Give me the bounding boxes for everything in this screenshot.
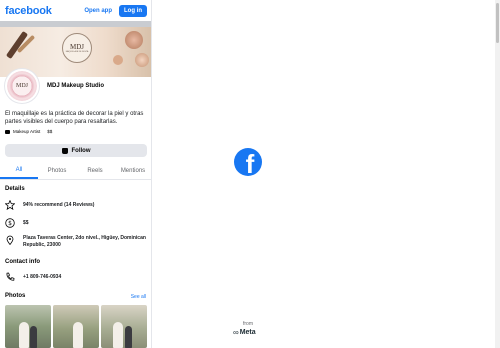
palette-shape <box>125 31 143 49</box>
follow-label: Follow <box>71 147 91 154</box>
photo-figure <box>30 326 37 348</box>
page-name: MDJ Makeup Studio <box>47 83 105 89</box>
facebook-wordmark[interactable]: facebook <box>5 5 52 17</box>
follow-icon <box>61 147 68 154</box>
palette-shape <box>113 55 123 65</box>
photo-thumbnail[interactable] <box>53 305 99 348</box>
open-app-link[interactable]: Open app <box>81 6 115 16</box>
avatar-text: MDJ <box>15 83 28 89</box>
from-label: from <box>243 321 253 327</box>
see-all-link[interactable]: See all <box>131 294 146 300</box>
photo-figure <box>19 322 29 348</box>
tab-reels[interactable]: Reels <box>76 162 114 179</box>
facebook-f-glyph: f <box>245 149 255 176</box>
address-text[interactable]: Plaza Taveras Center, 2do nivel., Higüey… <box>23 235 147 248</box>
desktop-panel: f from ∞ Meta <box>153 0 500 348</box>
photo-grid <box>5 305 147 348</box>
profile-tabs: All Photos Reels Mentions <box>0 162 151 180</box>
meta-brand: ∞ Meta <box>233 328 256 337</box>
recommend-row: 94% recommend (14 Reviews) <box>5 200 147 210</box>
photo-thumbnail[interactable] <box>5 305 51 348</box>
topbar-actions: Open app Log in <box>81 4 147 17</box>
scrollbar[interactable] <box>495 0 500 348</box>
phone-icon <box>5 272 15 282</box>
price-row: $ $$ <box>5 218 147 228</box>
phone-text[interactable]: +1 809-746-0934 <box>23 274 147 281</box>
category-row: Makeup Artist $$ <box>5 129 52 134</box>
login-button[interactable]: Log in <box>119 4 147 17</box>
mobile-page-column: facebook Open app Log in MDJ MAQUILLAJE … <box>0 0 152 348</box>
category-label: Makeup Artist <box>13 129 41 134</box>
photo-figure <box>125 326 132 348</box>
details-title: Details <box>5 186 25 192</box>
price-text: $$ <box>23 220 29 226</box>
address-row: Plaza Taveras Center, 2do nivel., Higüey… <box>5 235 147 248</box>
tab-mentions[interactable]: Mentions <box>114 162 151 179</box>
phone-row: +1 809-746-0934 <box>5 272 147 282</box>
avatar-image: MDJ <box>7 71 37 101</box>
svg-text:$: $ <box>8 220 12 227</box>
photo-figure <box>113 322 123 348</box>
star-icon <box>5 200 15 210</box>
location-pin-icon <box>5 235 15 245</box>
tab-photos[interactable]: Photos <box>38 162 76 179</box>
facebook-logo-icon: f <box>234 148 262 176</box>
meta-logo-icon: ∞ <box>233 328 239 337</box>
photos-title: Photos <box>5 293 26 299</box>
follow-button[interactable]: Follow <box>5 144 147 157</box>
profile-avatar[interactable]: MDJ <box>5 69 39 103</box>
category-icon <box>5 129 10 134</box>
dollar-icon: $ <box>5 218 15 228</box>
cover-logo-subtext: MAQUILLAJE DE NOVIA <box>65 51 89 53</box>
meta-label: Meta <box>239 329 256 336</box>
photo-thumbnail[interactable] <box>101 305 147 348</box>
page-bio: El maquillaje es la práctica de decorar … <box>5 111 144 125</box>
photo-figure <box>73 322 83 348</box>
top-bar: facebook Open app Log in <box>0 0 151 21</box>
palette-shape <box>135 53 149 67</box>
price-label: $$ <box>47 129 53 134</box>
cover-logo-text: MDJ <box>69 43 84 51</box>
cover-logo: MDJ MAQUILLAJE DE NOVIA <box>62 33 92 63</box>
tab-all[interactable]: All <box>0 162 38 179</box>
recommend-text: 94% recommend (14 Reviews) <box>23 202 95 208</box>
contact-title: Contact info <box>5 259 40 265</box>
scrollbar-thumb[interactable] <box>496 3 499 43</box>
